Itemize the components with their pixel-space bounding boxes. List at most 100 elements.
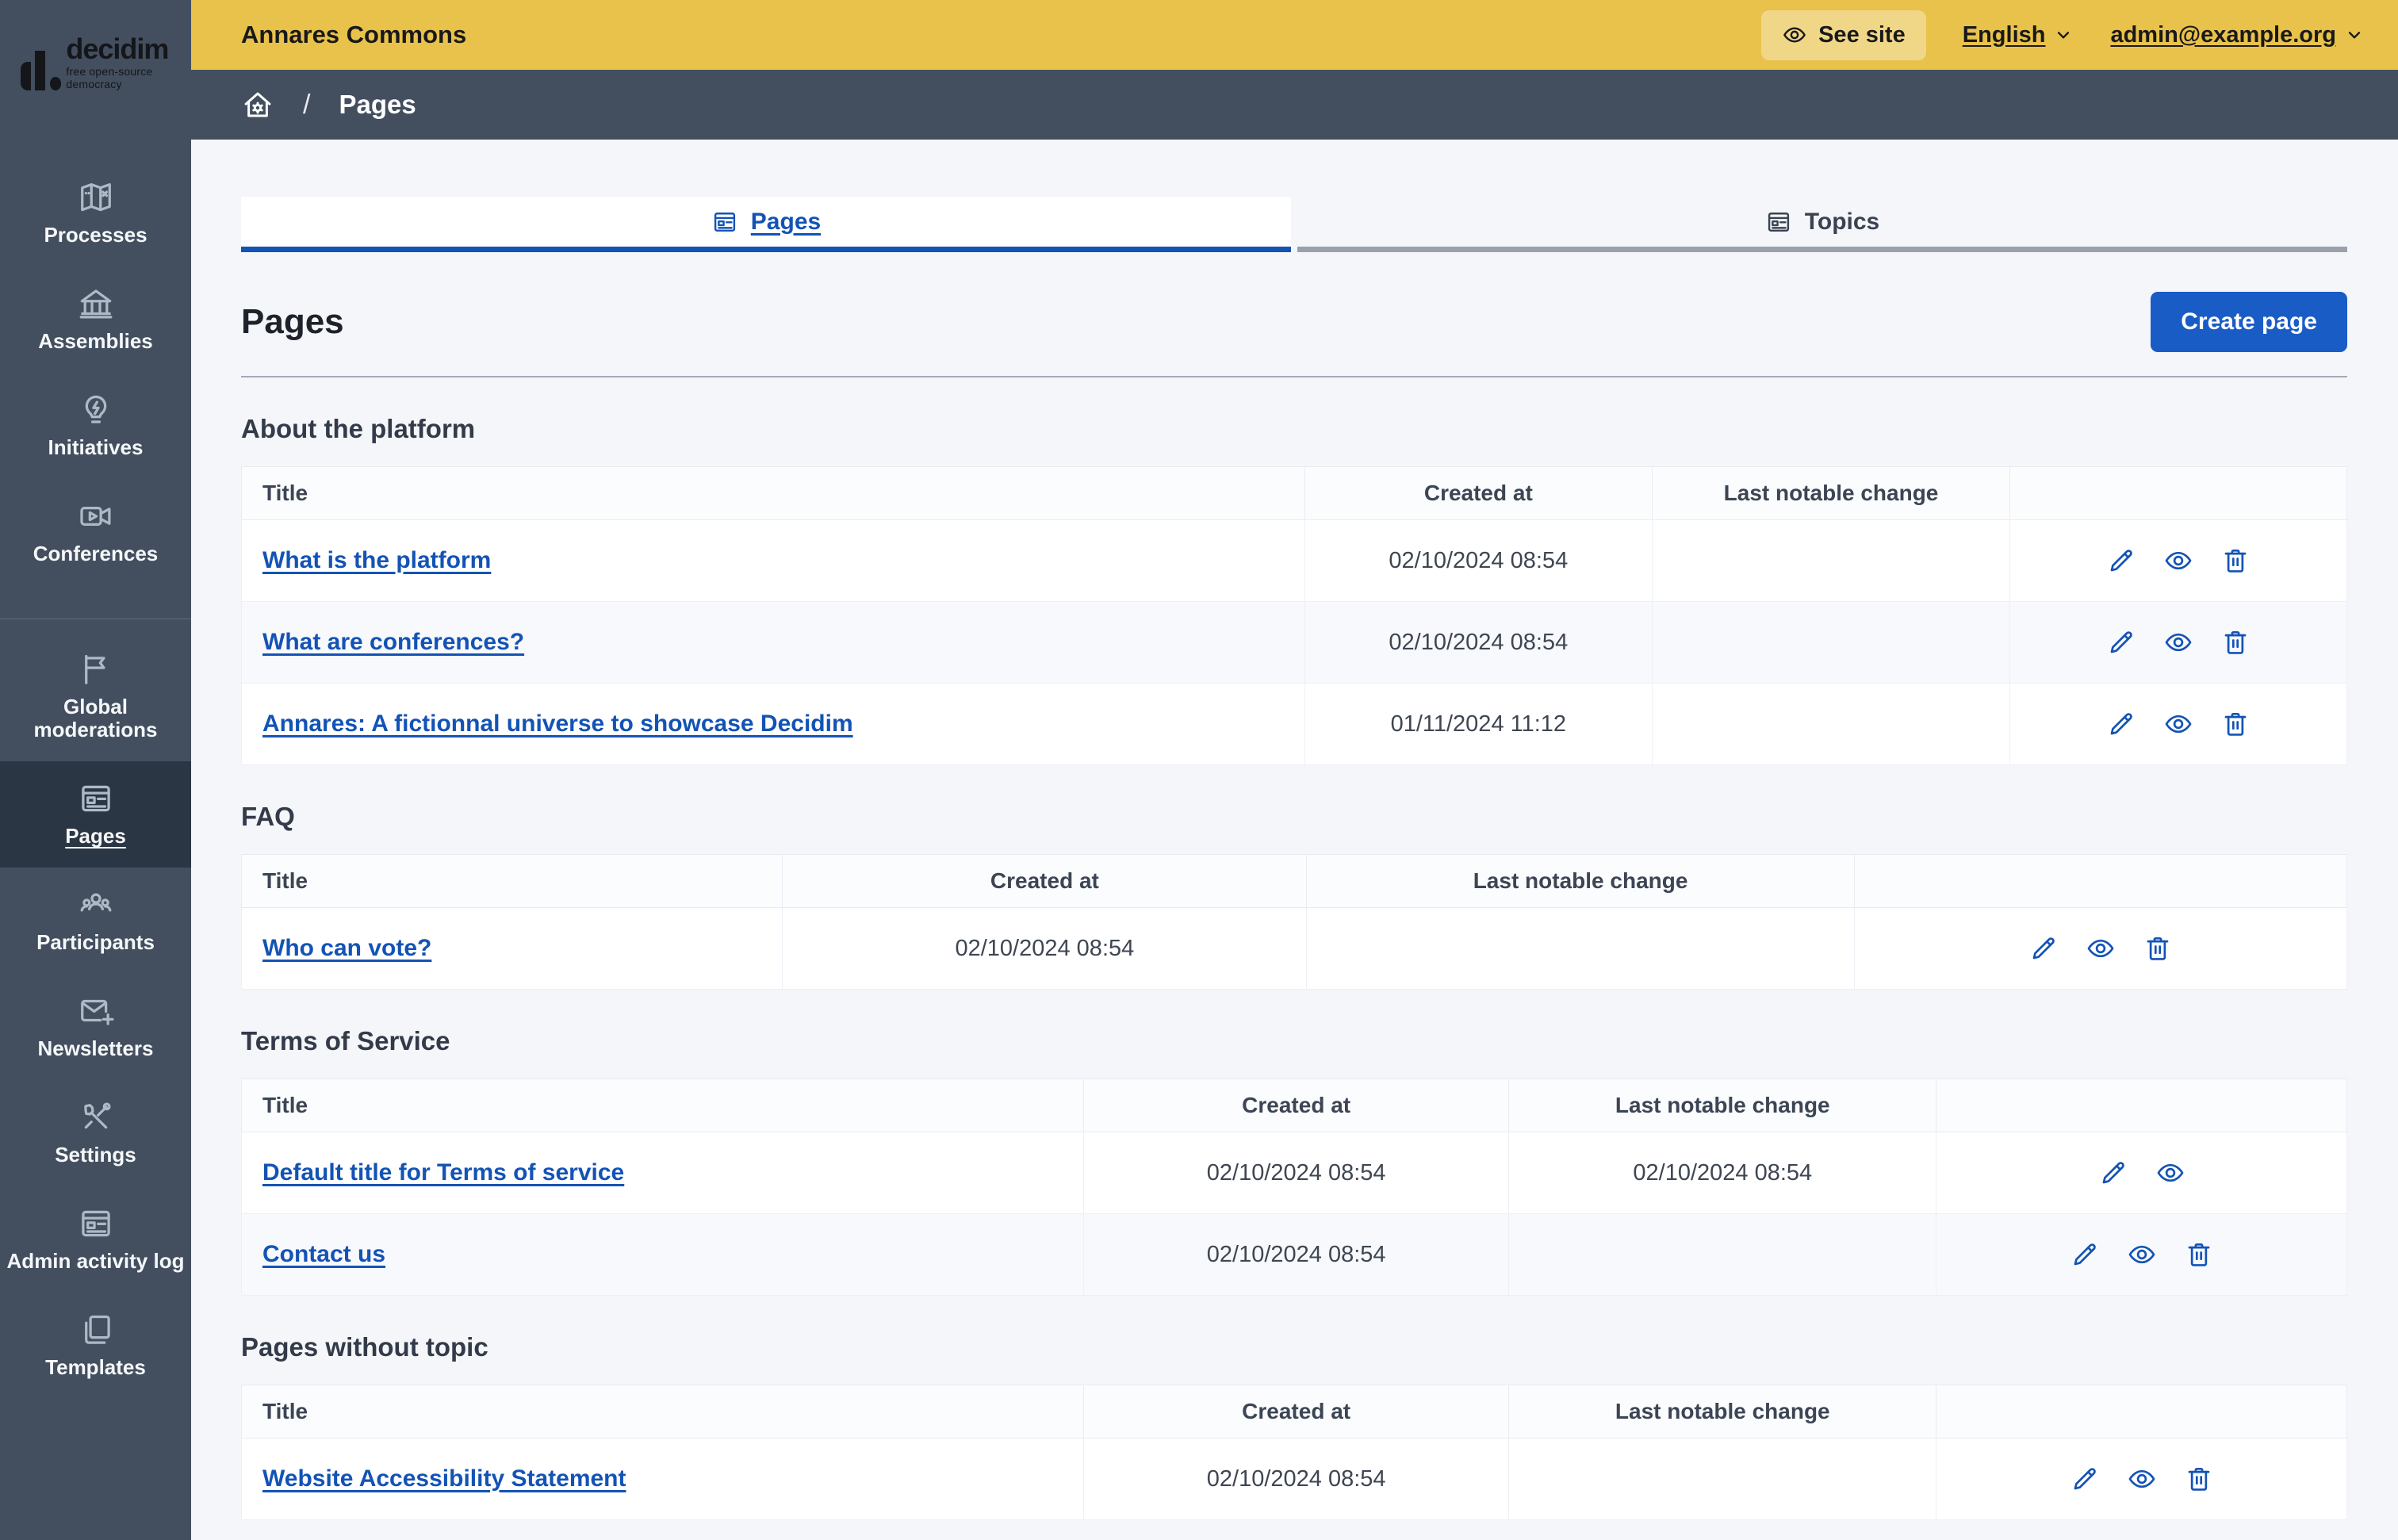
pages-table: Title Created at Last notable change Websit…	[241, 1385, 2347, 1520]
edit-icon[interactable]	[2106, 546, 2136, 576]
decidim-logo: decidim free open-source democracy	[0, 0, 191, 140]
preview-icon[interactable]	[2163, 627, 2193, 657]
page-link[interactable]: What is the platform	[262, 547, 491, 573]
edit-icon[interactable]	[2070, 1464, 2100, 1494]
sidebar-group: Global moderations Pages Participants Newsl…	[0, 618, 191, 1399]
column-header-title: Title	[241, 1385, 1084, 1438]
column-header-actions	[1853, 854, 2348, 908]
tab-label: Topics	[1804, 208, 1880, 235]
actions-cell	[1936, 1132, 2347, 1214]
sidebar-item-global-moderations[interactable]: Global moderations	[0, 632, 191, 762]
create-page-button[interactable]: Create page	[2151, 292, 2347, 352]
delete-icon[interactable]	[2184, 1239, 2214, 1270]
column-header-actions	[1936, 1385, 2347, 1438]
created-at-cell: 02/10/2024 08:54	[1082, 1213, 1510, 1296]
tab-pages[interactable]: Pages	[241, 197, 1291, 252]
sidebar-item-label: Settings	[55, 1143, 136, 1167]
column-header-last-notable-change: Last notable change	[1508, 1078, 1937, 1132]
page-title-cell: Who can vote?	[240, 907, 783, 990]
sidebar-item-settings[interactable]: Settings	[0, 1080, 191, 1186]
preview-icon[interactable]	[2127, 1464, 2157, 1494]
page-link[interactable]: Default title for Terms of service	[262, 1159, 624, 1186]
user-menu-dropdown[interactable]: admin@example.org	[2110, 22, 2365, 48]
preview-icon[interactable]	[2163, 546, 2193, 576]
created-at-cell: 01/11/2024 11:12	[1304, 683, 1653, 765]
created-at-cell: 02/10/2024 08:54	[1304, 519, 1653, 602]
delete-icon[interactable]	[2220, 627, 2251, 657]
sidebar-item-templates[interactable]: Templates	[0, 1293, 191, 1399]
table-row: Annares: A fictionnal universe to showca…	[241, 683, 2347, 765]
chevron-down-icon	[2053, 25, 2074, 45]
sidebar-item-assemblies[interactable]: Assemblies	[0, 266, 191, 373]
file-copy-icon	[78, 1312, 114, 1348]
page-title: Pages	[241, 302, 344, 341]
team-icon	[78, 887, 114, 923]
actions-cell	[1853, 907, 2348, 990]
column-header-created-at: Created at	[1082, 1385, 1510, 1438]
page-link[interactable]: Who can vote?	[262, 935, 431, 961]
article-icon	[78, 780, 114, 817]
edit-icon[interactable]	[2098, 1158, 2128, 1188]
created-at-cell: 02/10/2024 08:54	[1082, 1438, 1510, 1520]
see-site-button[interactable]: See site	[1761, 10, 1926, 60]
home-gear-icon[interactable]	[241, 88, 274, 121]
page-title-cell: What are conferences?	[241, 601, 1305, 684]
table-header-row: Title Created at Last notable change	[241, 1385, 2347, 1438]
pages-table: Title Created at Last notable change Who ca…	[240, 854, 2348, 990]
column-header-created-at: Created at	[1082, 1078, 1510, 1132]
delete-icon[interactable]	[2220, 546, 2251, 576]
page-title-cell: Contact us	[241, 1213, 1084, 1296]
table-header-row: Title Created at Last notable change	[241, 1078, 2347, 1132]
created-at-cell: 02/10/2024 08:54	[1082, 1132, 1510, 1214]
edit-icon[interactable]	[2106, 709, 2136, 739]
preview-icon[interactable]	[2127, 1239, 2157, 1270]
table-row: Website Accessibility Statement 02/10/202…	[241, 1438, 2347, 1520]
actions-cell	[2009, 601, 2347, 684]
sidebar-item-admin-activity-log[interactable]: Admin activity log	[0, 1186, 191, 1293]
article-icon	[78, 1205, 114, 1242]
delete-icon[interactable]	[2220, 709, 2251, 739]
tab-topics[interactable]: Topics	[1297, 197, 2347, 252]
created-at-cell: 02/10/2024 08:54	[782, 907, 1308, 990]
sidebar-item-participants[interactable]: Participants	[0, 868, 191, 974]
sidebar-item-label: Templates	[45, 1354, 146, 1379]
chevron-down-icon	[2344, 25, 2365, 45]
logo-text: decidim free open-source democracy	[66, 34, 191, 90]
sidebar-item-initiatives[interactable]: Initiatives	[0, 373, 191, 479]
page-link[interactable]: Contact us	[262, 1241, 385, 1267]
main-content: Pages Topics Pages Create page About the …	[191, 197, 2398, 1520]
delete-icon[interactable]	[2184, 1464, 2214, 1494]
table-header-row: Title Created at Last notable change	[240, 854, 2348, 908]
column-header-title: Title	[241, 1078, 1084, 1132]
pages-topic-section: FAQ Title Created at Last notable change Who…	[240, 802, 2348, 990]
last-notable-change-cell	[1508, 1438, 1937, 1520]
sidebar-item-label: Global moderations	[33, 694, 158, 742]
page-link[interactable]: What are conferences?	[262, 629, 524, 655]
page-link[interactable]: Website Accessibility Statement	[262, 1465, 626, 1492]
edit-icon[interactable]	[2028, 933, 2059, 963]
edit-icon[interactable]	[2106, 627, 2136, 657]
sidebar-item-conferences[interactable]: Conferences	[0, 479, 191, 585]
preview-icon[interactable]	[2155, 1158, 2185, 1188]
sidebar-item-newsletters[interactable]: Newsletters	[0, 974, 191, 1080]
header-divider	[241, 376, 2347, 377]
delete-icon[interactable]	[2143, 933, 2173, 963]
actions-cell	[2009, 683, 2347, 765]
preview-icon[interactable]	[2163, 709, 2193, 739]
column-header-last-notable-change: Last notable change	[1508, 1385, 1937, 1438]
sidebar-item-label: Pages	[65, 824, 126, 849]
table-row: What are conferences? 02/10/2024 08:54	[241, 601, 2347, 684]
edit-icon[interactable]	[2070, 1239, 2100, 1270]
table-row: Contact us 02/10/2024 08:54	[241, 1213, 2347, 1296]
sidebar-item-label: Newsletters	[37, 1036, 154, 1061]
sidebar-item-pages[interactable]: Pages	[0, 761, 191, 868]
sidebar-item-label: Participants	[36, 930, 155, 955]
see-site-label: See site	[1818, 21, 1906, 48]
page-link[interactable]: Annares: A fictionnal universe to showca…	[262, 711, 853, 737]
organization-title: Annares Commons	[241, 21, 467, 48]
language-dropdown[interactable]: English	[1963, 22, 2074, 48]
page-title-cell: What is the platform	[241, 519, 1305, 602]
last-notable-change-cell	[1508, 1213, 1937, 1296]
sidebar-item-processes[interactable]: Processes	[0, 160, 191, 266]
preview-icon[interactable]	[2086, 933, 2116, 963]
